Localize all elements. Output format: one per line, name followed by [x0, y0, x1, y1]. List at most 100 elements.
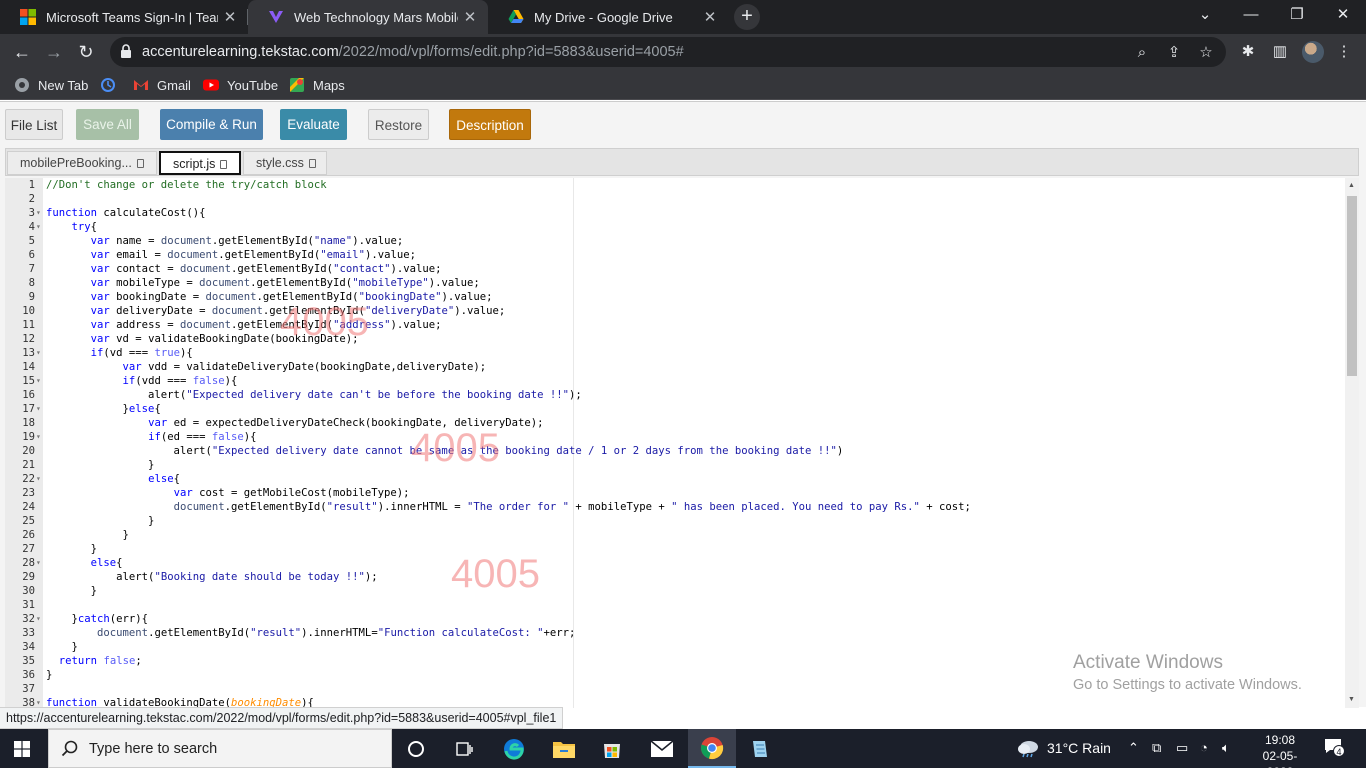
code-editor[interactable]: 1 //Don't change or delete the try/catch …: [5, 178, 1359, 708]
file-explorer-icon[interactable]: [540, 729, 588, 768]
clock-date: 02-05-2022: [1262, 749, 1298, 779]
fold-arrow-icon[interactable]: ▾: [36, 472, 41, 486]
description-button[interactable]: Description: [449, 109, 531, 140]
line-number: 22: [22, 473, 35, 485]
chrome-taskbar-icon[interactable]: [688, 729, 736, 768]
address-bar[interactable]: accenturelearning.tekstac.com/2022/mod/v…: [110, 37, 1226, 67]
fold-arrow-icon[interactable]: ▾: [36, 206, 41, 220]
code-text: alert("Expected delivery date can't be b…: [46, 389, 582, 401]
code-line: 23 var cost = getMobileCost(mobileType);: [5, 486, 1345, 500]
code-text: return false;: [58, 655, 142, 667]
evaluate-button[interactable]: Evaluate: [280, 109, 347, 140]
network-device-icon[interactable]: ⧉: [1152, 740, 1161, 756]
fold-arrow-icon[interactable]: ▾: [36, 430, 41, 444]
file-list-button[interactable]: File List: [5, 109, 63, 140]
watermark-text: 4005: [411, 426, 500, 470]
side-panel-icon[interactable]: ▥: [1270, 42, 1290, 62]
fold-arrow-icon[interactable]: ▾: [36, 346, 41, 360]
new-tab-button[interactable]: +: [734, 4, 760, 30]
profile-avatar[interactable]: [1302, 41, 1324, 63]
code-text: else{: [148, 473, 180, 485]
extensions-icon[interactable]: ✱: [1238, 42, 1258, 62]
file-tab-script-js[interactable]: script.js: [159, 151, 241, 175]
windows-activation-notice: Activate Windows Go to Settings to activ…: [1073, 652, 1302, 693]
bookmark-maps[interactable]: Maps: [289, 76, 345, 94]
fold-arrow-icon[interactable]: ▾: [36, 402, 41, 416]
bookmark-gmail[interactable]: Gmail: [133, 76, 191, 94]
browser-tab-drive[interactable]: My Drive - Google Drive ✕: [488, 0, 728, 34]
scrollbar-thumb[interactable]: [1347, 196, 1357, 376]
code-text: var contact = document.getElementById("c…: [90, 263, 442, 275]
compile-run-button[interactable]: Compile & Run: [160, 109, 263, 140]
code-line: 7 var contact = document.getElementById(…: [5, 262, 1345, 276]
fold-arrow-icon[interactable]: ▾: [36, 556, 41, 570]
editor-scrollbar[interactable]: ▲ ▼: [1345, 178, 1359, 708]
volume-icon[interactable]: 🔈︎: [1222, 740, 1230, 756]
browser-tab-strip: Microsoft Teams Sign-In | Teams ✕ Web Te…: [0, 0, 1366, 34]
code-line: 27 }: [5, 542, 1345, 556]
code-line: 33 document.getElementById("result").inn…: [5, 626, 1345, 640]
forward-button[interactable]: →: [40, 38, 68, 66]
fold-arrow-icon[interactable]: ▾: [36, 220, 41, 234]
maximize-button[interactable]: ❐: [1274, 0, 1320, 30]
reload-button[interactable]: ↻: [72, 38, 100, 66]
file-tab-style-css[interactable]: style.css: [243, 151, 327, 175]
code-text: try{: [71, 221, 98, 233]
line-number: 3: [28, 207, 35, 219]
line-number: 23: [22, 487, 35, 499]
bookmark-history[interactable]: [100, 76, 124, 94]
windows-taskbar: Type here to search 31°C Rain ⌃ ⧉ ▭ ◔ 🔈︎…: [0, 729, 1366, 779]
weather-cloud-icon[interactable]: [1016, 738, 1040, 758]
clock[interactable]: 19:08 02-05-2022: [1250, 732, 1310, 780]
close-icon[interactable]: ✕: [698, 8, 722, 26]
code-text: }: [46, 515, 155, 527]
minimize-button[interactable]: —: [1228, 0, 1274, 30]
code-line: 21 }: [5, 458, 1345, 472]
code-text: }catch(err){: [46, 613, 149, 625]
taskbar-search-box[interactable]: Type here to search: [48, 729, 392, 768]
code-text: //Don't change or delete the try/catch b…: [46, 179, 327, 191]
notepad-icon[interactable]: [736, 729, 784, 768]
bookmark-star-icon[interactable]: ☆: [1196, 43, 1216, 63]
zoom-icon[interactable]: ⌕: [1132, 43, 1152, 63]
weather-text[interactable]: 31°C Rain: [1047, 740, 1111, 756]
microsoft-store-icon[interactable]: [588, 729, 636, 768]
watermark-text: 4005: [280, 300, 369, 344]
line-number: 29: [22, 571, 35, 583]
line-number: 27: [22, 543, 35, 555]
scroll-down-icon[interactable]: ▼: [1348, 696, 1355, 703]
cortana-icon[interactable]: [392, 729, 440, 768]
restore-button[interactable]: Restore: [368, 109, 429, 140]
show-hidden-icons-chevron-icon[interactable]: ⌃: [1128, 740, 1139, 756]
line-number: 10: [22, 305, 35, 317]
tab-search-chevron-icon[interactable]: ⌄: [1182, 0, 1228, 30]
line-number: 19: [22, 431, 35, 443]
close-icon[interactable]: ✕: [458, 8, 482, 26]
windows-start-icon[interactable]: [14, 741, 30, 757]
line-number: 28: [22, 557, 35, 569]
wifi-icon[interactable]: ◔: [1200, 740, 1208, 755]
bookmark-youtube[interactable]: YouTube: [203, 76, 278, 94]
save-all-button[interactable]: Save All: [76, 109, 139, 140]
share-icon[interactable]: ⇪: [1164, 43, 1184, 63]
bookmark-new-tab[interactable]: New Tab: [14, 76, 88, 94]
edge-icon[interactable]: [490, 729, 538, 768]
menu-kebab-icon[interactable]: ⋮: [1334, 42, 1354, 62]
back-button[interactable]: ←: [8, 38, 36, 66]
code-line: 24 document.getElementById("result").inn…: [5, 500, 1345, 514]
fold-arrow-icon[interactable]: ▾: [36, 612, 41, 626]
window-close-button[interactable]: ✕: [1320, 0, 1366, 30]
code-line: 22 ▾ else{: [5, 472, 1345, 486]
notification-center-icon[interactable]: 4: [1324, 738, 1346, 758]
code-line: 6 var email = document.getElementById("e…: [5, 248, 1345, 262]
scroll-up-icon[interactable]: ▲: [1348, 182, 1355, 189]
code-line: 9 var bookingDate = document.getElementB…: [5, 290, 1345, 304]
close-icon[interactable]: ✕: [218, 8, 242, 26]
browser-tab-vpl[interactable]: Web Technology Mars Mobiles C ✕: [248, 0, 488, 34]
battery-icon[interactable]: ▭: [1176, 740, 1188, 756]
file-tab-mobileprebooking[interactable]: mobilePreBooking...: [7, 151, 157, 175]
fold-arrow-icon[interactable]: ▾: [36, 374, 41, 388]
browser-tab-teams[interactable]: Microsoft Teams Sign-In | Teams ✕: [0, 0, 248, 34]
task-view-icon[interactable]: [440, 729, 488, 768]
mail-icon[interactable]: [638, 729, 686, 768]
